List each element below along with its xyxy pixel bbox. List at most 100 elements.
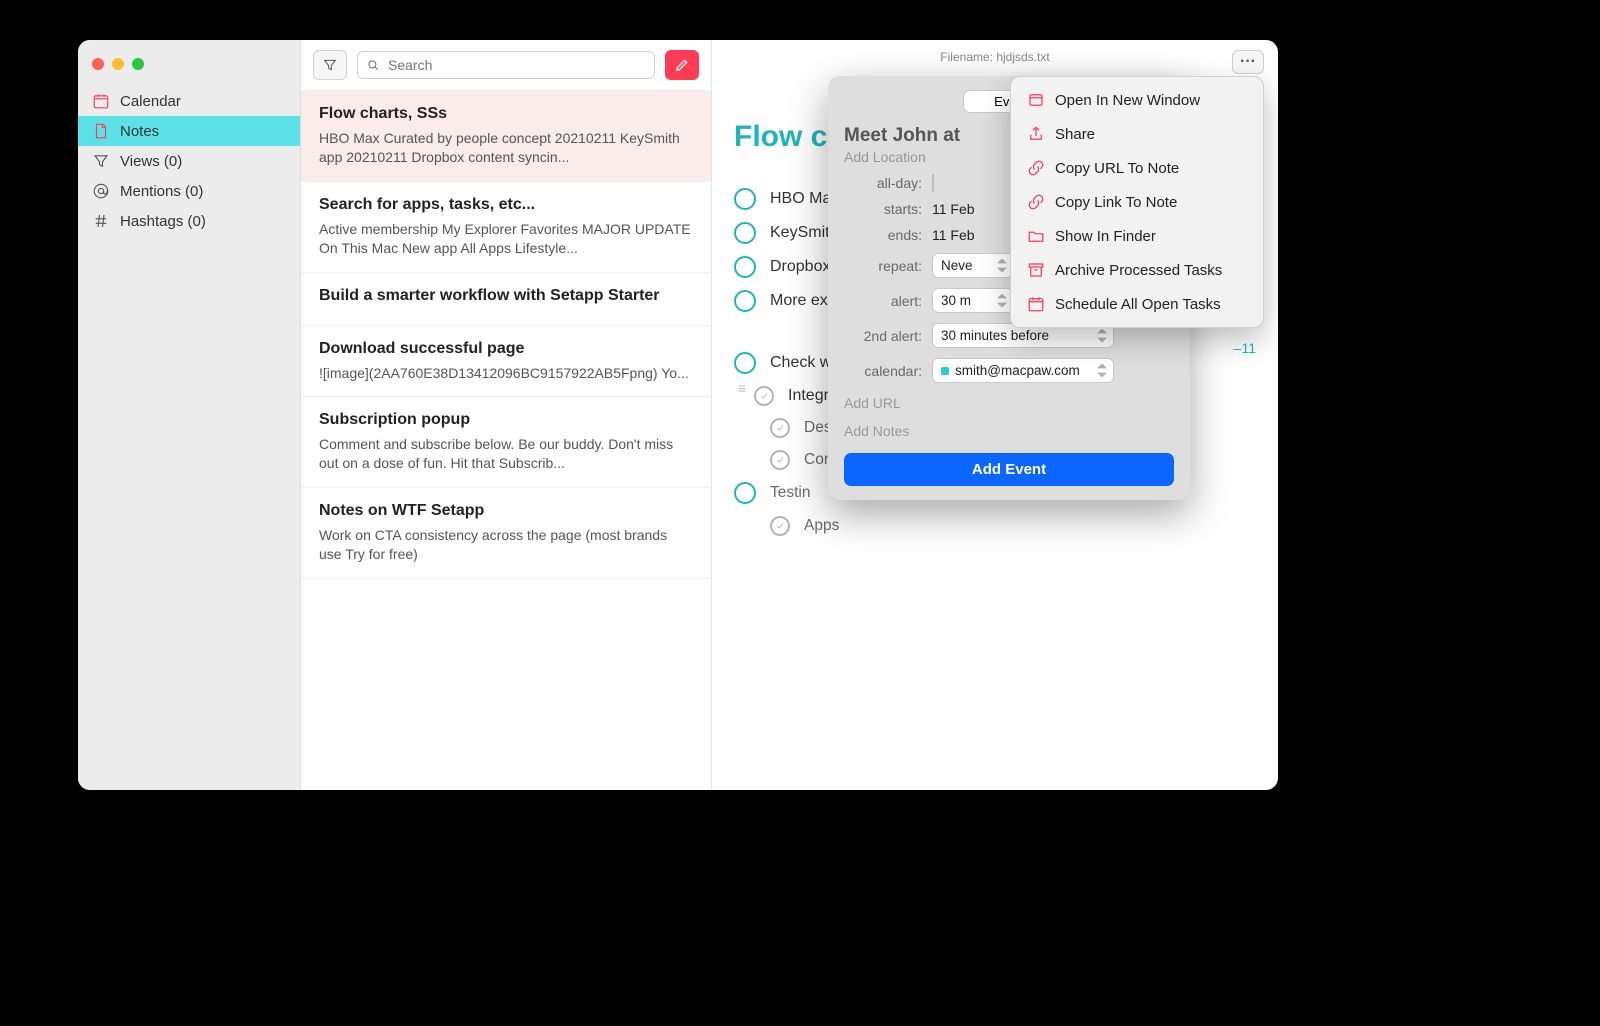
alert-label: alert: (844, 293, 932, 309)
sidebar-item-label: Notes (120, 123, 159, 140)
compose-button[interactable] (665, 50, 699, 80)
add-event-button[interactable]: Add Event (844, 453, 1174, 486)
link-icon (1027, 159, 1045, 177)
note-preview: Active membership My Explorer Favorites … (319, 220, 693, 258)
check-icon[interactable] (770, 516, 790, 536)
menu-share[interactable]: Share (1017, 117, 1257, 151)
sidebar-item-hashtags[interactable]: Hashtags (0) (78, 206, 300, 236)
hashtag-icon (92, 212, 110, 230)
check-icon[interactable] (770, 418, 790, 438)
todo-bullet-icon[interactable] (734, 222, 756, 244)
sidebar-item-views[interactable]: Views (0) (78, 146, 300, 176)
list-toolbar (301, 40, 711, 91)
note-row[interactable]: Build a smarter workflow with Setapp Sta… (301, 273, 711, 326)
todo-subitem[interactable]: Apps (734, 510, 1256, 542)
todo-bullet-icon[interactable] (734, 290, 756, 312)
more-button[interactable]: ··· (1232, 50, 1264, 74)
todo-bullet-icon[interactable] (734, 188, 756, 210)
note-preview: Work on CTA consistency across the page … (319, 526, 693, 564)
drag-handle-icon[interactable]: ≡ (738, 380, 752, 396)
minimize-window-button[interactable] (112, 58, 124, 70)
note-title: Download successful page (319, 340, 693, 358)
starts-label: starts: (844, 201, 932, 217)
share-icon (1027, 125, 1045, 143)
all-day-label: all-day: (844, 175, 932, 191)
menu-open-new-window[interactable]: Open In New Window (1017, 83, 1257, 117)
calendar-select[interactable]: smith@macpaw.com (932, 358, 1114, 383)
repeat-select[interactable]: Neve (932, 253, 1014, 278)
note-row[interactable]: Flow charts, SSs HBO Max Curated by peop… (301, 91, 711, 182)
add-url-input[interactable]: Add URL (844, 395, 1174, 411)
calendar-icon (1027, 295, 1045, 313)
sidebar-item-label: Hashtags (0) (120, 213, 206, 230)
menu-item-label: Share (1055, 126, 1095, 143)
note-title: Notes on WTF Setapp (319, 502, 693, 520)
note-title: Flow charts, SSs (319, 105, 693, 123)
sidebar-item-calendar[interactable]: Calendar (78, 86, 300, 116)
add-notes-input[interactable]: Add Notes (844, 423, 1174, 439)
calendar-color-dot (941, 367, 949, 375)
sidebar: Calendar Notes Views (0) Mentions (0) Ha (78, 40, 301, 790)
note-preview: ![image](2AA760E38D13412096BC9157922AB5F… (319, 364, 693, 383)
maximize-window-button[interactable] (132, 58, 144, 70)
menu-item-label: Archive Processed Tasks (1055, 262, 1222, 279)
search-input-wrapper[interactable] (357, 51, 655, 79)
context-menu: Open In New Window Share Copy URL To Not… (1010, 76, 1264, 328)
funnel-icon (92, 152, 110, 170)
filename-label: Filename: hjdjsds.txt (940, 50, 1049, 64)
note-list-pane: Flow charts, SSs HBO Max Curated by peop… (301, 40, 712, 790)
menu-item-label: Copy Link To Note (1055, 194, 1177, 211)
window-icon (1027, 91, 1045, 109)
note-title: Search for apps, tasks, etc... (319, 196, 693, 214)
todo-text: Testin (770, 484, 811, 502)
repeat-label: repeat: (844, 258, 932, 274)
todo-bullet-icon[interactable] (734, 256, 756, 278)
note-title: Subscription popup (319, 411, 693, 429)
all-day-checkbox[interactable] (932, 174, 934, 192)
filter-button[interactable] (313, 50, 347, 80)
note-row[interactable]: Notes on WTF Setapp Work on CTA consiste… (301, 488, 711, 579)
sidebar-item-notes[interactable]: Notes (78, 116, 300, 146)
at-icon (92, 182, 110, 200)
archive-icon (1027, 261, 1045, 279)
menu-copy-link[interactable]: Copy Link To Note (1017, 185, 1257, 219)
menu-item-label: Schedule All Open Tasks (1055, 296, 1221, 313)
app-window: Calendar Notes Views (0) Mentions (0) Ha (78, 40, 1278, 790)
note-preview: Comment and subscribe below. Be our budd… (319, 435, 693, 473)
todo-bullet-icon[interactable] (734, 482, 756, 504)
close-window-button[interactable] (92, 58, 104, 70)
sidebar-item-label: Mentions (0) (120, 183, 203, 200)
calendar-label: calendar: (844, 363, 932, 379)
date-tag: –11 (1234, 340, 1256, 356)
sidebar-item-label: Views (0) (120, 153, 182, 170)
todo-bullet-icon[interactable] (734, 352, 756, 374)
calendar-icon (92, 92, 110, 110)
note-row[interactable]: Search for apps, tasks, etc... Active me… (301, 182, 711, 273)
menu-show-in-finder[interactable]: Show In Finder (1017, 219, 1257, 253)
menu-item-label: Copy URL To Note (1055, 160, 1179, 177)
todo-text: Apps (804, 517, 839, 535)
sidebar-item-mentions[interactable]: Mentions (0) (78, 176, 300, 206)
menu-archive-tasks[interactable]: Archive Processed Tasks (1017, 253, 1257, 287)
check-icon[interactable] (754, 386, 774, 406)
menu-item-label: Show In Finder (1055, 228, 1156, 245)
alert-select[interactable]: 30 m (932, 288, 1014, 313)
note-preview: HBO Max Curated by people concept 202102… (319, 129, 693, 167)
menu-item-label: Open In New Window (1055, 92, 1200, 109)
note-row[interactable]: Subscription popup Comment and subscribe… (301, 397, 711, 488)
search-input[interactable] (386, 56, 646, 74)
link-icon (1027, 193, 1045, 211)
ends-label: ends: (844, 227, 932, 243)
menu-schedule-tasks[interactable]: Schedule All Open Tasks (1017, 287, 1257, 321)
note-icon (92, 122, 110, 140)
editor-pane: Filename: hjdjsds.txt ··· Flow cha HBO M… (712, 40, 1278, 790)
note-row[interactable]: Download successful page ![image](2AA760… (301, 326, 711, 398)
alert2-label: 2nd alert: (844, 328, 932, 344)
check-icon[interactable] (770, 450, 790, 470)
search-icon (366, 58, 380, 72)
folder-icon (1027, 227, 1045, 245)
note-title: Build a smarter workflow with Setapp Sta… (319, 287, 693, 305)
menu-copy-url[interactable]: Copy URL To Note (1017, 151, 1257, 185)
pencil-icon (674, 57, 690, 73)
window-controls (78, 50, 300, 86)
